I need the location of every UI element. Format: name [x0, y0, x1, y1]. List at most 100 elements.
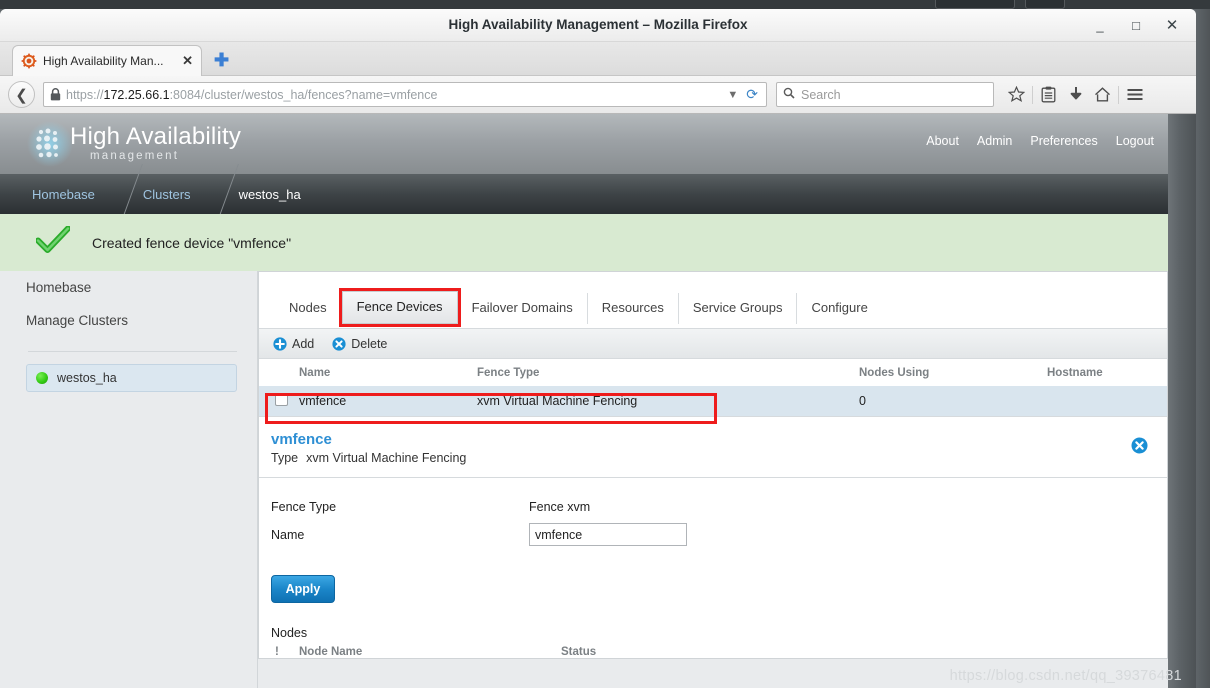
- row-name: vmfence: [299, 394, 347, 408]
- add-plus-icon: [273, 336, 287, 351]
- browser-tab-title: High Availability Man...: [43, 54, 164, 68]
- minimize-button[interactable]: _: [1090, 16, 1110, 36]
- panel-window-item-1[interactable]: [935, 0, 1015, 9]
- home-icon[interactable]: [1089, 82, 1116, 108]
- nodes-header-alert: !: [275, 646, 279, 658]
- menu-icon[interactable]: [1121, 82, 1148, 108]
- header-nodes-using: Nodes Using: [859, 359, 1047, 386]
- back-icon[interactable]: ❮: [8, 81, 35, 108]
- sidebar-item-westos-ha[interactable]: westos_ha: [26, 364, 237, 392]
- page-scrollbar[interactable]: [1168, 114, 1196, 688]
- maximize-button[interactable]: □: [1126, 16, 1146, 36]
- url-dropdown-icon[interactable]: ▼: [723, 89, 742, 101]
- nav-preferences[interactable]: Preferences: [1030, 134, 1097, 148]
- row-checkbox[interactable]: [275, 393, 288, 406]
- tab-service-groups[interactable]: Service Groups: [679, 292, 798, 324]
- url-host: 172.25.66.1: [103, 87, 170, 102]
- search-box[interactable]: Search: [776, 82, 994, 107]
- detail-type-label: Type: [271, 451, 299, 465]
- fence-devices-card: Nodes Fence Devices Failover Domains Res…: [258, 271, 1168, 659]
- app-header: High Availability management About Admin…: [0, 114, 1168, 174]
- reload-icon[interactable]: ⟳: [742, 86, 762, 103]
- toolbar-divider: [1032, 85, 1033, 104]
- name-input[interactable]: [529, 523, 687, 546]
- header-checkbox-col: [259, 359, 299, 386]
- success-check-icon: [35, 225, 71, 259]
- breadcrumb-homebase[interactable]: Homebase: [18, 187, 109, 202]
- sidebar-item-homebase[interactable]: Homebase: [0, 271, 257, 304]
- fence-devices-table-wrap: Name Fence Type Nodes Using Hostname vmf…: [259, 359, 1167, 416]
- web-page-content: High Availability management About Admin…: [0, 114, 1168, 688]
- firefox-window: High Availability Management – Mozilla F…: [0, 9, 1196, 688]
- app-subtitle: management: [90, 150, 180, 162]
- toolbar-divider-2: [1118, 85, 1119, 104]
- main-panel: Nodes Fence Devices Failover Domains Res…: [258, 271, 1168, 659]
- action-toolbar: Add Delete: [259, 329, 1167, 359]
- form-row-name: Name: [271, 523, 1167, 546]
- tab-fence-devices[interactable]: Fence Devices: [338, 287, 461, 328]
- sidebar-item-manage-clusters[interactable]: Manage Clusters: [0, 304, 257, 337]
- delete-button[interactable]: Delete: [332, 337, 387, 351]
- panel-window-item-2[interactable]: [1025, 0, 1065, 9]
- add-button[interactable]: Add: [273, 337, 314, 351]
- search-placeholder: Search: [801, 87, 841, 102]
- detail-header: vmfence Type xvm Virtual Machine Fencing: [259, 416, 1167, 478]
- fence-type-label: Fence Type: [271, 500, 337, 514]
- tab-resources[interactable]: Resources: [588, 292, 679, 324]
- delete-button-label: Delete: [351, 336, 388, 351]
- table-row[interactable]: vmfence xvm Virtual Machine Fencing 0: [259, 386, 1167, 416]
- window-title: High Availability Management – Mozilla F…: [448, 17, 748, 32]
- fence-type-value: Fence xvm: [529, 500, 591, 514]
- detail-title[interactable]: vmfence: [271, 431, 1167, 448]
- url-bar[interactable]: https://172.25.66.1:8084/cluster/westos_…: [43, 82, 767, 107]
- close-window-button[interactable]: ✕: [1162, 16, 1182, 36]
- tab-close-icon[interactable]: ✕: [180, 53, 195, 69]
- tab-nodes[interactable]: Nodes: [275, 292, 342, 324]
- form-row-fence-type: Fence Type Fence xvm: [271, 500, 1167, 514]
- close-circle-icon[interactable]: [1131, 437, 1148, 459]
- sidebar-divider: [28, 351, 237, 352]
- window-titlebar: High Availability Management – Mozilla F…: [0, 9, 1196, 42]
- nav-logout[interactable]: Logout: [1116, 134, 1154, 148]
- row-hostname: [1047, 386, 1167, 416]
- apply-button[interactable]: Apply: [271, 575, 335, 603]
- table-header-row: Name Fence Type Nodes Using Hostname: [259, 359, 1167, 386]
- downloads-icon[interactable]: [1062, 82, 1089, 108]
- row-checkbox-cell[interactable]: [259, 386, 299, 416]
- browser-navbar: ❮ https://172.25.66.1:8084/cluster/westo…: [0, 76, 1196, 114]
- detail-type-row: Type xvm Virtual Machine Fencing: [271, 451, 1167, 465]
- nav-admin[interactable]: Admin: [977, 134, 1012, 148]
- nodes-header-node-name: Node Name: [299, 646, 363, 658]
- cluster-name-label: westos_ha: [57, 371, 117, 385]
- bookmark-star-icon[interactable]: [1003, 82, 1030, 108]
- search-icon: [783, 86, 795, 104]
- browser-tabstrip: High Availability Man... ✕ ✚: [0, 42, 1196, 76]
- fence-config-form: Fence Type Fence xvm Name Apply Nodes !: [259, 478, 1167, 658]
- web-page-viewport: High Availability management About Admin…: [0, 114, 1196, 688]
- reader-list-icon[interactable]: [1035, 82, 1062, 108]
- tab-bar: Nodes Fence Devices Failover Domains Res…: [259, 272, 1167, 329]
- nodes-section-label: Nodes: [271, 626, 308, 640]
- row-nodes-using: 0: [859, 394, 866, 408]
- browser-tab[interactable]: High Availability Man... ✕: [12, 45, 202, 76]
- gear-favicon-icon: [21, 53, 37, 69]
- success-alert-banner: Created fence device "vmfence": [0, 214, 1168, 271]
- url-text: https://172.25.66.1:8084/cluster/westos_…: [66, 88, 723, 102]
- tab-failover-domains[interactable]: Failover Domains: [458, 292, 588, 324]
- nav-about[interactable]: About: [926, 134, 959, 148]
- delete-x-icon: [332, 336, 346, 351]
- top-navigation: About Admin Preferences Logout: [926, 134, 1154, 148]
- fence-devices-table: Name Fence Type Nodes Using Hostname vmf…: [259, 359, 1167, 416]
- ha-logo-icon: [26, 120, 74, 168]
- success-alert-text: Created fence device "vmfence": [92, 234, 292, 251]
- app-title: High Availability: [70, 123, 242, 150]
- nodes-table-header: ! Node Name Status: [271, 646, 1167, 658]
- new-tab-icon[interactable]: ✚: [214, 51, 229, 69]
- breadcrumb-separator-1: [109, 174, 129, 214]
- breadcrumb-clusters[interactable]: Clusters: [129, 187, 205, 202]
- header-name: Name: [299, 359, 477, 386]
- tab-configure[interactable]: Configure: [797, 293, 881, 324]
- desktop-top-panel: [0, 0, 1210, 9]
- url-path: :8084/cluster/westos_ha/fences?name=vmfe…: [169, 87, 438, 102]
- breadcrumb-separator-2: [205, 174, 225, 214]
